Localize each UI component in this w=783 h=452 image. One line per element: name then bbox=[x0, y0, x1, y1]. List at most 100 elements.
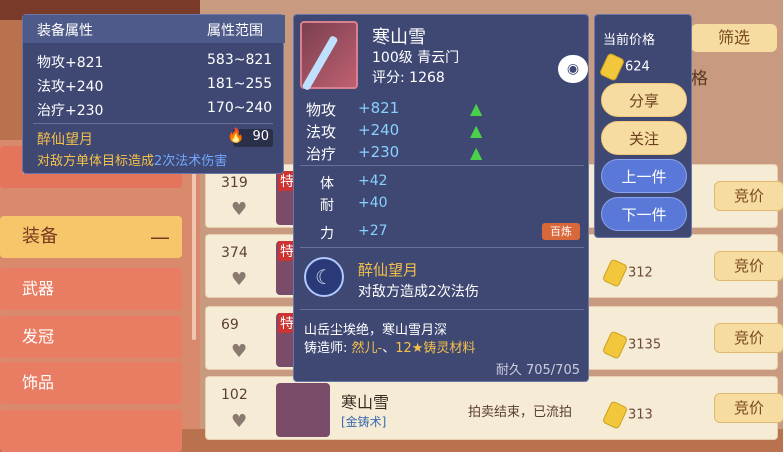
sidebar-item-accessory[interactable]: 饰品 bbox=[0, 362, 182, 404]
price-display: 624 bbox=[598, 52, 650, 82]
price-action-panel: 当前价格 624 分享 关注 上一件 下一件 bbox=[594, 14, 692, 238]
arrow-up-icon: ▲ bbox=[470, 143, 483, 162]
sidebar-scrollbar[interactable] bbox=[192, 160, 196, 340]
auction-status: 拍卖结束，已流拍 bbox=[468, 405, 573, 420]
item-flavor-text: 山岳尘埃绝，寒山雪月深 bbox=[304, 323, 448, 338]
stat-row: 法攻 +240 ▲ bbox=[306, 121, 482, 142]
moon-skill-icon: ☾ bbox=[304, 257, 344, 297]
header-range: 属性范围 bbox=[207, 23, 263, 39]
item-icon bbox=[300, 21, 358, 91]
collapse-icon: — bbox=[150, 225, 170, 249]
item-count: 319 bbox=[221, 175, 248, 191]
bid-button[interactable]: 竞价 bbox=[714, 181, 783, 211]
next-item-button[interactable]: 下一件 bbox=[601, 197, 687, 231]
attribute-row: 法攻+240 181~255 bbox=[37, 76, 272, 96]
attribute-row: 治疗+230 170~240 bbox=[37, 100, 272, 120]
attribute-range: 181~255 bbox=[207, 76, 273, 92]
previous-item-button[interactable]: 上一件 bbox=[601, 159, 687, 193]
sidebar-item-weapon[interactable]: 武器 bbox=[0, 268, 182, 310]
flame-icon: 🔥 bbox=[227, 128, 245, 144]
attribute-range: 583~821 bbox=[207, 52, 273, 68]
sidebar: 灵兽 装备 — 武器 发冠 饰品 bbox=[0, 140, 200, 452]
attribute-label: 法攻+240 bbox=[37, 79, 104, 95]
stat-value: +27 bbox=[358, 223, 388, 239]
base-stat-row: 力 +27 bbox=[320, 223, 388, 243]
stat-label: 力 bbox=[320, 226, 334, 242]
skill-description: 对敌方造成2次法伤 bbox=[358, 284, 479, 300]
refine-badge: 百炼 bbox=[542, 223, 580, 240]
effect-desc-text: 对敌方单体目标造成 bbox=[37, 154, 155, 169]
item-tag: [金铸术] bbox=[341, 415, 387, 429]
share-button[interactable]: 分享 bbox=[601, 83, 687, 117]
attribute-header: 装备属性 属性范围 bbox=[23, 15, 285, 43]
heart-icon[interactable]: ♥ bbox=[231, 269, 247, 290]
stat-row: 物攻 +821 ▲ bbox=[306, 99, 482, 120]
divider bbox=[33, 123, 273, 124]
price-label: 当前价格 bbox=[603, 33, 656, 48]
gold-coin-icon bbox=[601, 400, 629, 430]
stat-label: 法攻 bbox=[306, 123, 337, 141]
stat-value: +40 bbox=[358, 195, 388, 211]
item-detail-panel: 寒山雪 100级 青云门 评分: 1268 ◉ 物攻 +821 ▲ 法攻 +240 ▲ … bbox=[293, 14, 589, 382]
gold-coin-icon bbox=[601, 330, 629, 360]
eye-icon[interactable]: ◉ bbox=[558, 55, 588, 83]
effect-desc-type: 法术伤害 bbox=[175, 154, 228, 169]
effect-name: 醉仙望月 bbox=[37, 132, 93, 148]
item-count: 374 bbox=[221, 245, 248, 261]
price-value: 3135 bbox=[628, 337, 662, 353]
stat-label: 体 bbox=[320, 176, 334, 192]
divider bbox=[300, 247, 584, 248]
maker-name: 然儿- bbox=[351, 341, 383, 356]
stat-row: 治疗 +230 ▲ bbox=[306, 143, 482, 164]
attribute-range: 170~240 bbox=[207, 100, 273, 116]
stat-value: +240 bbox=[358, 121, 400, 139]
table-row[interactable]: 102 ♥ 寒山雪 [金铸术] 拍卖结束，已流拍 313 竞价 bbox=[205, 376, 783, 440]
bid-button[interactable]: 竞价 bbox=[714, 393, 783, 423]
base-stat-row: 体 +42 bbox=[320, 173, 388, 193]
item-count: 69 bbox=[221, 317, 239, 333]
sidebar-item-equipment[interactable]: 装备 — bbox=[0, 216, 182, 258]
price-value: 313 bbox=[628, 407, 653, 423]
stat-value: +42 bbox=[358, 173, 388, 189]
bid-button[interactable]: 竞价 bbox=[714, 323, 783, 353]
header-attributes: 装备属性 bbox=[37, 23, 93, 39]
filter-button[interactable]: 筛选 bbox=[691, 24, 777, 52]
stat-value: +821 bbox=[358, 99, 400, 117]
heart-icon[interactable]: ♥ bbox=[231, 199, 247, 220]
arrow-up-icon: ▲ bbox=[470, 121, 483, 140]
maker-material: 12★铸灵材料 bbox=[395, 341, 476, 356]
item-price: 3135 bbox=[601, 330, 662, 360]
gold-coin-icon bbox=[601, 258, 629, 288]
item-price: 313 bbox=[601, 400, 653, 430]
sidebar-item-more[interactable] bbox=[0, 410, 182, 452]
item-maker: 铸造师: 然儿-、12★铸灵材料 bbox=[304, 337, 475, 356]
effect-description: 对敌方单体目标造成2次法术伤害 bbox=[37, 150, 227, 169]
price-value: 624 bbox=[625, 59, 650, 75]
sidebar-item-crown[interactable]: 发冠 bbox=[0, 316, 182, 358]
stat-value: +230 bbox=[358, 143, 400, 161]
item-name: 寒山雪 bbox=[341, 393, 390, 412]
gold-coin-icon bbox=[598, 52, 626, 82]
maker-label: 铸造师: bbox=[304, 341, 352, 356]
attribute-row: 物攻+821 583~821 bbox=[37, 52, 272, 72]
heart-icon[interactable]: ♥ bbox=[231, 341, 247, 362]
attribute-label: 物攻+821 bbox=[37, 55, 104, 71]
item-level-school: 100级 青云门 bbox=[372, 50, 460, 66]
follow-button[interactable]: 关注 bbox=[601, 121, 687, 155]
maker-separator: 、 bbox=[382, 341, 396, 356]
attribute-label: 治疗+230 bbox=[37, 103, 104, 119]
attribute-range-panel: 装备属性 属性范围 物攻+821 583~821 法攻+240 181~255 治疗… bbox=[22, 14, 285, 174]
divider bbox=[300, 309, 584, 310]
item-durability: 耐久 705/705 bbox=[495, 363, 580, 378]
stat-label: 治疗 bbox=[306, 145, 337, 163]
item-name: 寒山雪 bbox=[372, 27, 426, 48]
sword-icon bbox=[301, 35, 339, 91]
bid-button[interactable]: 竞价 bbox=[714, 251, 783, 281]
price-column-header: 格 bbox=[691, 69, 708, 89]
effect-desc-count: 2次 bbox=[154, 154, 176, 169]
arrow-up-icon: ▲ bbox=[470, 99, 483, 118]
skill-name: 醉仙望月 bbox=[358, 261, 419, 279]
item-price: 312 bbox=[601, 258, 653, 288]
stat-label: 耐 bbox=[320, 198, 334, 214]
stat-label: 物攻 bbox=[306, 101, 337, 119]
